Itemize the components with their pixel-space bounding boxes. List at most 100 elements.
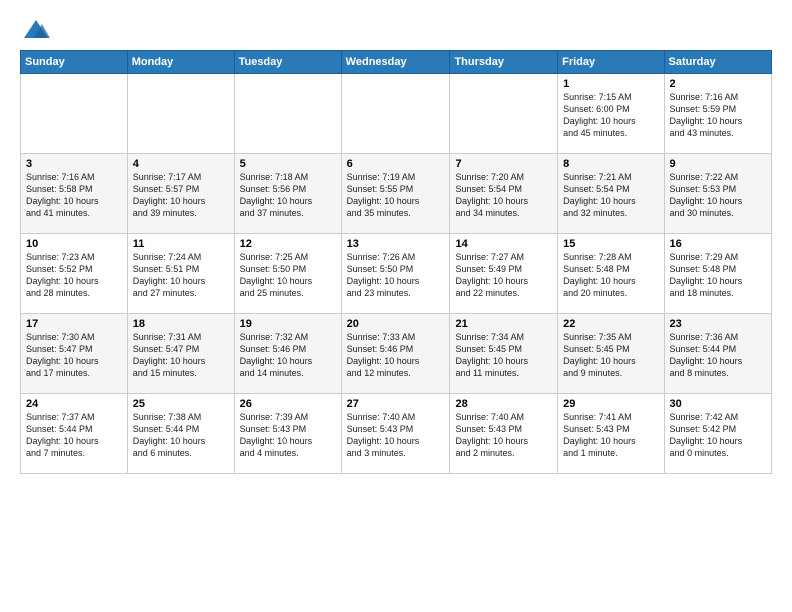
day-info: Sunrise: 7:37 AM Sunset: 5:44 PM Dayligh… <box>26 411 122 460</box>
day-info: Sunrise: 7:19 AM Sunset: 5:55 PM Dayligh… <box>347 171 445 220</box>
day-info: Sunrise: 7:32 AM Sunset: 5:46 PM Dayligh… <box>240 331 336 380</box>
day-number: 17 <box>26 318 122 330</box>
calendar-cell: 19Sunrise: 7:32 AM Sunset: 5:46 PM Dayli… <box>234 314 341 394</box>
day-number: 22 <box>563 318 658 330</box>
calendar-cell <box>21 74 128 154</box>
calendar-week-row: 3Sunrise: 7:16 AM Sunset: 5:58 PM Daylig… <box>21 154 772 234</box>
header <box>20 16 772 40</box>
day-number: 12 <box>240 238 336 250</box>
day-number: 3 <box>26 158 122 170</box>
day-number: 27 <box>347 398 445 410</box>
day-number: 24 <box>26 398 122 410</box>
day-info: Sunrise: 7:34 AM Sunset: 5:45 PM Dayligh… <box>455 331 552 380</box>
day-info: Sunrise: 7:39 AM Sunset: 5:43 PM Dayligh… <box>240 411 336 460</box>
day-of-week-header: Sunday <box>21 51 128 74</box>
calendar-cell: 14Sunrise: 7:27 AM Sunset: 5:49 PM Dayli… <box>450 234 558 314</box>
calendar-cell: 15Sunrise: 7:28 AM Sunset: 5:48 PM Dayli… <box>558 234 664 314</box>
calendar-week-row: 10Sunrise: 7:23 AM Sunset: 5:52 PM Dayli… <box>21 234 772 314</box>
calendar-cell <box>127 74 234 154</box>
day-number: 20 <box>347 318 445 330</box>
day-info: Sunrise: 7:17 AM Sunset: 5:57 PM Dayligh… <box>133 171 229 220</box>
calendar-cell: 7Sunrise: 7:20 AM Sunset: 5:54 PM Daylig… <box>450 154 558 234</box>
day-number: 10 <box>26 238 122 250</box>
calendar-cell: 27Sunrise: 7:40 AM Sunset: 5:43 PM Dayli… <box>341 394 450 474</box>
calendar-cell <box>341 74 450 154</box>
day-number: 4 <box>133 158 229 170</box>
day-number: 5 <box>240 158 336 170</box>
day-number: 14 <box>455 238 552 250</box>
calendar-cell: 28Sunrise: 7:40 AM Sunset: 5:43 PM Dayli… <box>450 394 558 474</box>
day-info: Sunrise: 7:26 AM Sunset: 5:50 PM Dayligh… <box>347 251 445 300</box>
day-number: 26 <box>240 398 336 410</box>
day-info: Sunrise: 7:31 AM Sunset: 5:47 PM Dayligh… <box>133 331 229 380</box>
day-number: 21 <box>455 318 552 330</box>
calendar-cell: 3Sunrise: 7:16 AM Sunset: 5:58 PM Daylig… <box>21 154 128 234</box>
calendar-cell: 6Sunrise: 7:19 AM Sunset: 5:55 PM Daylig… <box>341 154 450 234</box>
logo-icon <box>22 16 50 44</box>
day-number: 2 <box>670 78 766 90</box>
day-number: 18 <box>133 318 229 330</box>
calendar-cell: 9Sunrise: 7:22 AM Sunset: 5:53 PM Daylig… <box>664 154 771 234</box>
day-info: Sunrise: 7:42 AM Sunset: 5:42 PM Dayligh… <box>670 411 766 460</box>
day-number: 9 <box>670 158 766 170</box>
calendar-cell: 16Sunrise: 7:29 AM Sunset: 5:48 PM Dayli… <box>664 234 771 314</box>
calendar-cell <box>450 74 558 154</box>
day-info: Sunrise: 7:28 AM Sunset: 5:48 PM Dayligh… <box>563 251 658 300</box>
day-number: 1 <box>563 78 658 90</box>
calendar-cell: 22Sunrise: 7:35 AM Sunset: 5:45 PM Dayli… <box>558 314 664 394</box>
day-info: Sunrise: 7:18 AM Sunset: 5:56 PM Dayligh… <box>240 171 336 220</box>
day-of-week-header: Thursday <box>450 51 558 74</box>
day-number: 29 <box>563 398 658 410</box>
calendar-week-row: 17Sunrise: 7:30 AM Sunset: 5:47 PM Dayli… <box>21 314 772 394</box>
calendar-week-row: 1Sunrise: 7:15 AM Sunset: 6:00 PM Daylig… <box>21 74 772 154</box>
calendar-cell: 1Sunrise: 7:15 AM Sunset: 6:00 PM Daylig… <box>558 74 664 154</box>
day-of-week-header: Saturday <box>664 51 771 74</box>
day-info: Sunrise: 7:40 AM Sunset: 5:43 PM Dayligh… <box>455 411 552 460</box>
day-number: 13 <box>347 238 445 250</box>
calendar-cell: 21Sunrise: 7:34 AM Sunset: 5:45 PM Dayli… <box>450 314 558 394</box>
day-number: 6 <box>347 158 445 170</box>
calendar-header-row: SundayMondayTuesdayWednesdayThursdayFrid… <box>21 51 772 74</box>
day-number: 25 <box>133 398 229 410</box>
calendar-cell: 18Sunrise: 7:31 AM Sunset: 5:47 PM Dayli… <box>127 314 234 394</box>
day-of-week-header: Friday <box>558 51 664 74</box>
day-info: Sunrise: 7:36 AM Sunset: 5:44 PM Dayligh… <box>670 331 766 380</box>
day-info: Sunrise: 7:16 AM Sunset: 5:58 PM Dayligh… <box>26 171 122 220</box>
day-info: Sunrise: 7:15 AM Sunset: 6:00 PM Dayligh… <box>563 91 658 140</box>
calendar-cell: 13Sunrise: 7:26 AM Sunset: 5:50 PM Dayli… <box>341 234 450 314</box>
day-info: Sunrise: 7:38 AM Sunset: 5:44 PM Dayligh… <box>133 411 229 460</box>
day-of-week-header: Monday <box>127 51 234 74</box>
calendar-week-row: 24Sunrise: 7:37 AM Sunset: 5:44 PM Dayli… <box>21 394 772 474</box>
day-number: 16 <box>670 238 766 250</box>
day-number: 11 <box>133 238 229 250</box>
calendar-cell: 10Sunrise: 7:23 AM Sunset: 5:52 PM Dayli… <box>21 234 128 314</box>
calendar-cell: 17Sunrise: 7:30 AM Sunset: 5:47 PM Dayli… <box>21 314 128 394</box>
calendar-cell: 26Sunrise: 7:39 AM Sunset: 5:43 PM Dayli… <box>234 394 341 474</box>
day-info: Sunrise: 7:21 AM Sunset: 5:54 PM Dayligh… <box>563 171 658 220</box>
day-info: Sunrise: 7:24 AM Sunset: 5:51 PM Dayligh… <box>133 251 229 300</box>
calendar-cell: 25Sunrise: 7:38 AM Sunset: 5:44 PM Dayli… <box>127 394 234 474</box>
day-info: Sunrise: 7:33 AM Sunset: 5:46 PM Dayligh… <box>347 331 445 380</box>
day-info: Sunrise: 7:23 AM Sunset: 5:52 PM Dayligh… <box>26 251 122 300</box>
calendar-cell: 23Sunrise: 7:36 AM Sunset: 5:44 PM Dayli… <box>664 314 771 394</box>
day-info: Sunrise: 7:40 AM Sunset: 5:43 PM Dayligh… <box>347 411 445 460</box>
calendar-cell: 5Sunrise: 7:18 AM Sunset: 5:56 PM Daylig… <box>234 154 341 234</box>
day-number: 7 <box>455 158 552 170</box>
day-info: Sunrise: 7:16 AM Sunset: 5:59 PM Dayligh… <box>670 91 766 140</box>
day-number: 19 <box>240 318 336 330</box>
day-info: Sunrise: 7:22 AM Sunset: 5:53 PM Dayligh… <box>670 171 766 220</box>
calendar-cell <box>234 74 341 154</box>
day-of-week-header: Wednesday <box>341 51 450 74</box>
day-info: Sunrise: 7:30 AM Sunset: 5:47 PM Dayligh… <box>26 331 122 380</box>
logo <box>20 16 50 40</box>
calendar-cell: 4Sunrise: 7:17 AM Sunset: 5:57 PM Daylig… <box>127 154 234 234</box>
day-of-week-header: Tuesday <box>234 51 341 74</box>
page: SundayMondayTuesdayWednesdayThursdayFrid… <box>0 0 792 612</box>
calendar-cell: 24Sunrise: 7:37 AM Sunset: 5:44 PM Dayli… <box>21 394 128 474</box>
day-info: Sunrise: 7:25 AM Sunset: 5:50 PM Dayligh… <box>240 251 336 300</box>
calendar: SundayMondayTuesdayWednesdayThursdayFrid… <box>20 50 772 474</box>
day-info: Sunrise: 7:35 AM Sunset: 5:45 PM Dayligh… <box>563 331 658 380</box>
calendar-cell: 12Sunrise: 7:25 AM Sunset: 5:50 PM Dayli… <box>234 234 341 314</box>
day-number: 15 <box>563 238 658 250</box>
calendar-cell: 30Sunrise: 7:42 AM Sunset: 5:42 PM Dayli… <box>664 394 771 474</box>
